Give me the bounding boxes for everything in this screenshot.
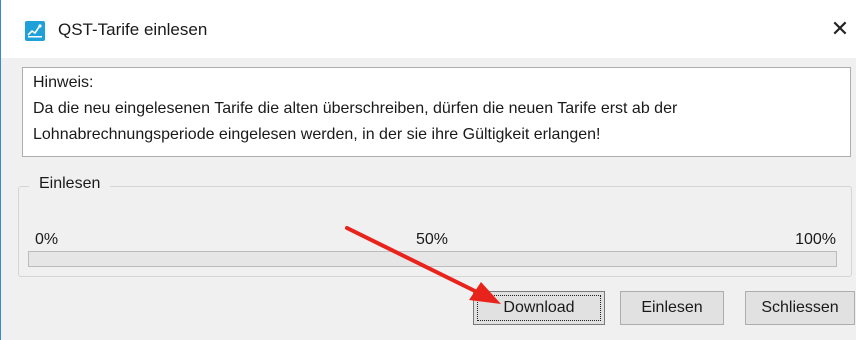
- progress-label-0: 0%: [35, 231, 59, 248]
- title-bar[interactable]: QST-Tarife einlesen ✕: [1, 0, 856, 58]
- dialog-window: QST-Tarife einlesen ✕ Hinweis: Da die ne…: [0, 0, 856, 340]
- window-title: QST-Tarife einlesen: [58, 20, 208, 39]
- einlesen-groupbox: Einlesen 0% 50% 100%: [18, 175, 852, 277]
- app-icon: [25, 21, 45, 41]
- progress-bar: [28, 251, 837, 267]
- hint-text-line-2: Lohnabrechnungsperiode eingelesen werden…: [33, 126, 601, 143]
- hint-textbox: Hinweis: Da die neu eingelesenen Tarife …: [22, 67, 851, 157]
- hint-heading: Hinweis:: [33, 74, 94, 91]
- download-button[interactable]: Download: [473, 291, 605, 325]
- groupbox-legend: Einlesen: [29, 175, 111, 193]
- progress-label-100: 100%: [795, 231, 836, 248]
- einlesen-button[interactable]: Einlesen: [620, 291, 724, 325]
- close-icon[interactable]: ✕: [827, 16, 853, 42]
- hint-text-line-1: Da die neu eingelesenen Tarife die alten…: [33, 100, 678, 117]
- progress-label-50: 50%: [416, 231, 449, 248]
- schliessen-button[interactable]: Schliessen: [745, 291, 855, 325]
